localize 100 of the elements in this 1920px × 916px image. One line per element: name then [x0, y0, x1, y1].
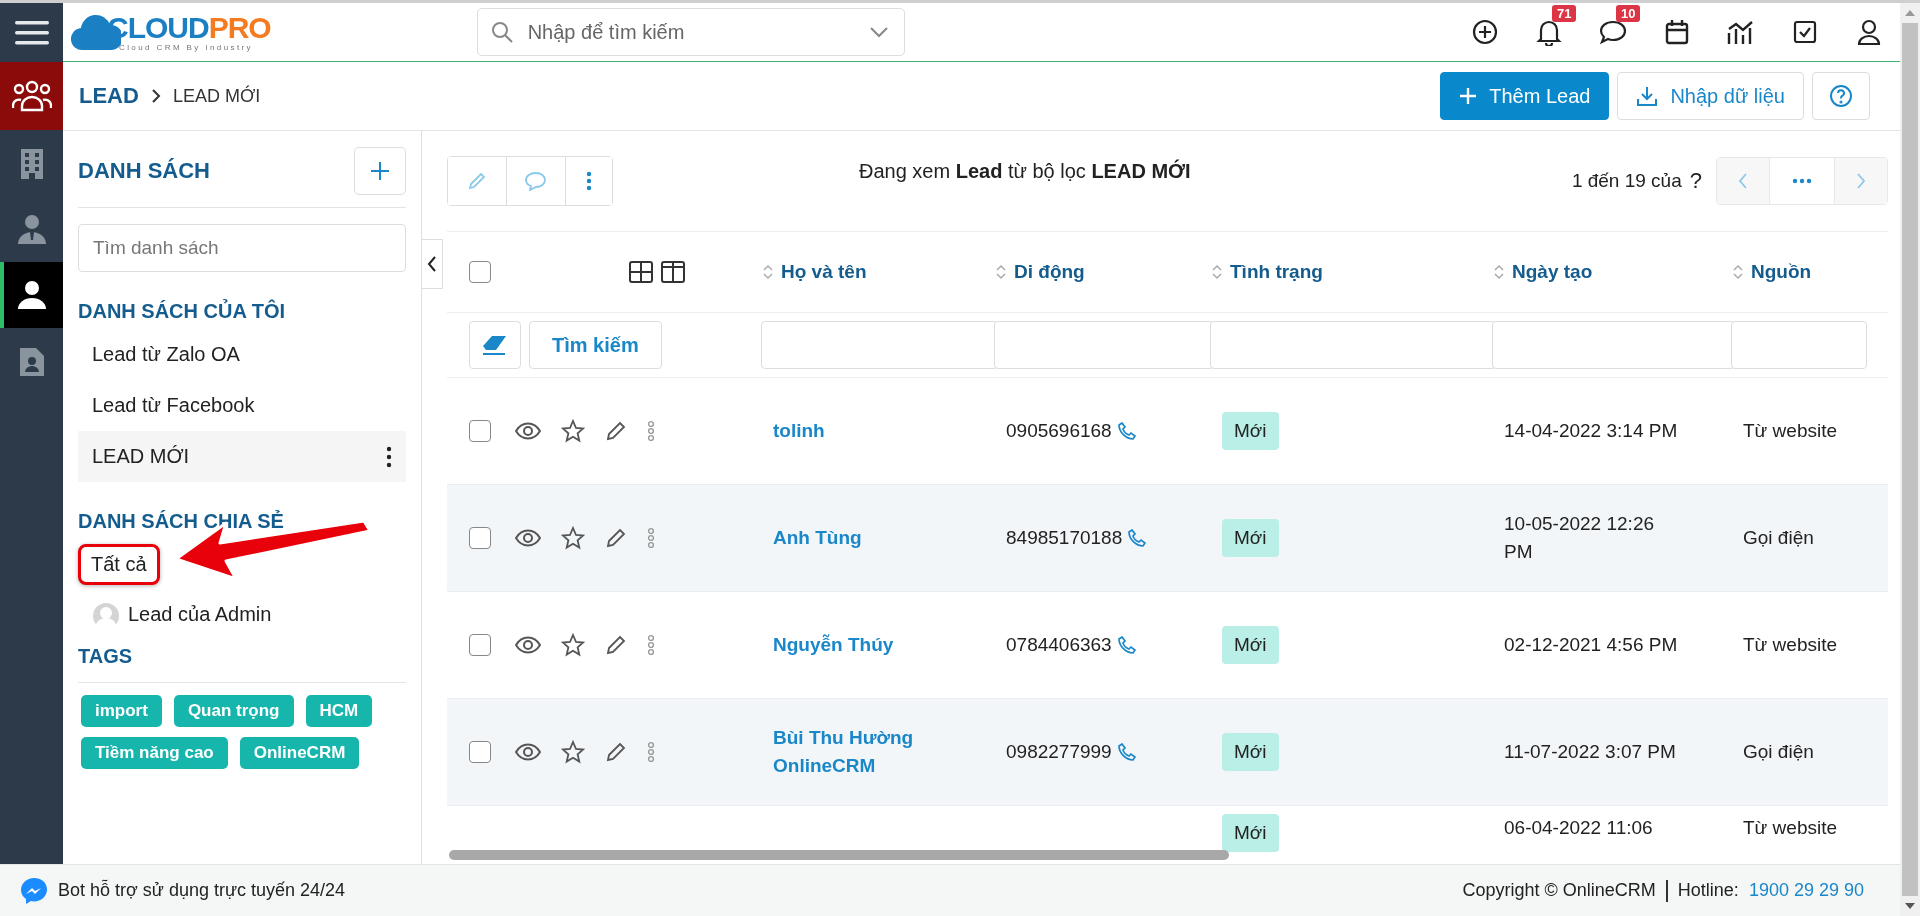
tag[interactable]: import	[81, 695, 162, 727]
phone-icon[interactable]	[1117, 743, 1136, 761]
list-item-row[interactable]: LEAD MỚI	[78, 431, 406, 482]
sort-icon[interactable]	[763, 264, 773, 280]
people-icon[interactable]	[0, 62, 63, 130]
star-icon[interactable]	[561, 419, 585, 443]
status-badge: Mới	[1222, 733, 1279, 771]
section-heading: TAGS	[78, 645, 406, 683]
sort-icon[interactable]	[996, 264, 1006, 280]
scroll-down-icon[interactable]	[1904, 902, 1916, 910]
filter-input[interactable]	[761, 321, 998, 369]
filter-summary: Đang xem Lead từ bộ lọc LEAD MỚI	[859, 159, 1191, 183]
filter-input[interactable]	[994, 321, 1214, 369]
search-button[interactable]: Tìm kiếm	[529, 321, 662, 369]
lead-source: Gọi điện	[1743, 739, 1814, 764]
breadcrumb-link[interactable]: LEAD	[79, 83, 139, 109]
checkbox[interactable]	[469, 634, 491, 656]
phone-icon[interactable]	[1117, 636, 1136, 654]
created-date: 14-04-2022 3:14 PM	[1504, 418, 1678, 443]
created-date: 02-12-2021 4:56 PM	[1504, 632, 1678, 657]
logo-tagline: Cloud CRM By Industry	[119, 42, 254, 52]
phone-icon[interactable]	[1128, 529, 1147, 547]
status-badge: Mới	[1222, 519, 1279, 557]
star-icon[interactable]	[561, 526, 585, 550]
lead-name-link[interactable]: Anh Tùng	[773, 524, 862, 552]
filter-input[interactable]	[1731, 321, 1867, 369]
messenger-icon[interactable]	[20, 876, 48, 905]
column-header[interactable]: Nguồn	[1751, 261, 1812, 283]
help-icon	[1829, 84, 1853, 108]
more-icon	[1792, 178, 1812, 184]
tag[interactable]: HCM	[305, 695, 373, 727]
filter-input[interactable]	[1210, 321, 1496, 369]
eye-icon[interactable]	[515, 422, 541, 440]
support-bot-text: Bot hỗ trợ sử dụng trực tuyến 24/24	[58, 880, 346, 901]
tag[interactable]: OnlineCRM	[239, 737, 360, 769]
lead-source: Từ website	[1743, 816, 1838, 840]
star-icon[interactable]	[561, 740, 585, 764]
total-count: ?	[1689, 168, 1702, 194]
search-icon	[490, 21, 513, 43]
column-header[interactable]: Họ và tên	[781, 261, 867, 283]
hotline-link[interactable]: 1900 29 29 90	[1748, 880, 1864, 901]
count-badge: 10	[1616, 5, 1641, 22]
list-item-label: LEAD MỚI	[92, 445, 190, 468]
lead-name-link[interactable]: tolinh	[773, 417, 825, 445]
checkbox[interactable]	[469, 420, 491, 442]
pencil-icon[interactable]	[605, 527, 627, 549]
columns-view-icon[interactable]	[661, 261, 685, 283]
chevron-right-icon	[150, 88, 161, 104]
grid-view-icon[interactable]	[629, 261, 653, 283]
eye-icon[interactable]	[515, 636, 541, 654]
star-icon[interactable]	[561, 633, 585, 657]
menu-icon	[14, 18, 49, 47]
tag[interactable]: Quan trọng	[173, 695, 294, 727]
column-header[interactable]: Tình trạng	[1230, 261, 1323, 283]
pencil-icon[interactable]	[605, 634, 627, 656]
list-search-field[interactable]: Tìm danh sách	[78, 224, 406, 272]
section-heading: DANH SÁCH CỦA TÔI	[78, 300, 287, 323]
checkbox[interactable]	[469, 741, 491, 763]
lead-name-link[interactable]: Bùi Thu Hường OnlineCRM	[773, 724, 933, 780]
phone-icon[interactable]	[1117, 422, 1136, 440]
filter-input[interactable]	[1492, 321, 1735, 369]
phone-number: 84985170188	[1006, 525, 1123, 550]
list-item-label: Lead từ Facebook	[92, 394, 255, 417]
sort-icon[interactable]	[1733, 264, 1743, 280]
tag[interactable]: Tiềm năng cao	[81, 737, 228, 769]
created-date: 10-05-2022 12:26 PM	[1504, 511, 1655, 564]
eraser-icon[interactable]	[469, 321, 521, 369]
scroll-up-icon[interactable]	[1904, 9, 1916, 17]
list-item-row[interactable]: Lead từ Facebook	[78, 380, 406, 431]
sidebar-title: DANH SÁCH	[78, 158, 210, 184]
checkbox[interactable]	[469, 527, 491, 549]
checkbox[interactable]	[469, 261, 491, 283]
person-icon[interactable]	[0, 262, 63, 328]
pencil-icon[interactable]	[605, 420, 627, 442]
list-item[interactable]: Tất cả	[78, 543, 160, 585]
list-item-row[interactable]: Lead từ Zalo OA	[78, 329, 406, 380]
status-badge: Mới	[1222, 814, 1279, 852]
lead-source: Từ website	[1743, 632, 1838, 657]
hotline-label: Hotline:	[1677, 880, 1739, 901]
status-badge: Mới	[1222, 626, 1279, 664]
sort-icon[interactable]	[1212, 264, 1222, 280]
add-lead-button[interactable]: Thêm Lead	[1440, 72, 1610, 120]
eye-icon[interactable]	[515, 743, 541, 761]
pencil-icon[interactable]	[605, 741, 627, 763]
sort-icon[interactable]	[1494, 264, 1504, 280]
scrollbar-thumb[interactable]	[1902, 23, 1918, 896]
phone-number: 0905696168	[1006, 418, 1112, 443]
column-header[interactable]: Ngày tạo	[1512, 261, 1593, 283]
horizontal-scrollbar[interactable]	[449, 850, 1229, 860]
help-button[interactable]	[1812, 72, 1870, 120]
lead-name-link[interactable]: Nguyễn Thúy	[773, 631, 894, 659]
collapse-handle[interactable]	[422, 239, 443, 289]
more-icon[interactable]	[386, 445, 392, 468]
add-button[interactable]	[354, 147, 406, 195]
import-button[interactable]: Nhập dữ liệu	[1617, 72, 1804, 120]
list-item[interactable]: Lead của Admin	[128, 598, 272, 630]
search-field[interactable]: Nhập để tìm kiếm	[476, 8, 905, 56]
column-header[interactable]: Di động	[1014, 261, 1085, 283]
eye-icon[interactable]	[515, 529, 541, 547]
phone-number: 0784406363	[1006, 632, 1112, 657]
